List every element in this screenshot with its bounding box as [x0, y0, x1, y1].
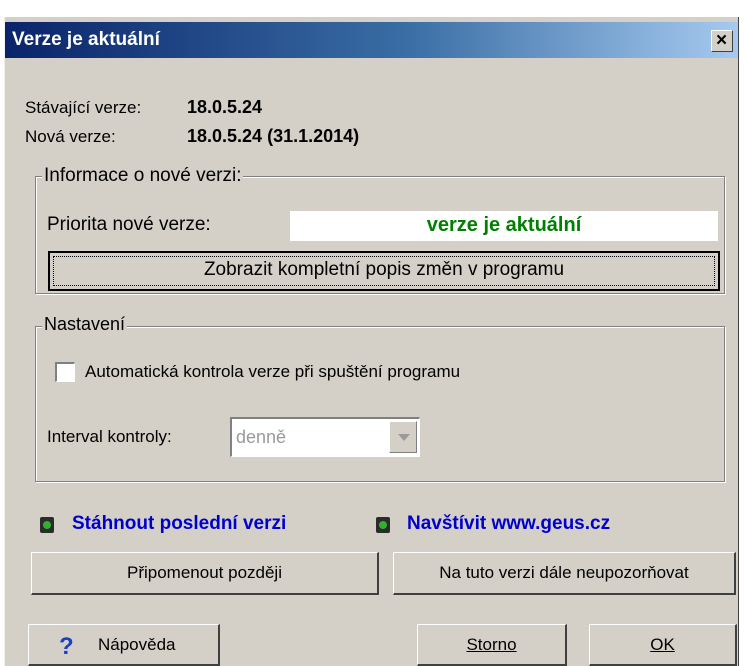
update-dialog: Verze je aktuální × Stávající verze: 18.… — [4, 17, 739, 666]
new-version-label: Nová verze: — [25, 127, 116, 146]
interval-label: Interval kontroly: — [47, 427, 172, 446]
priority-label: Priorita nové verze: — [47, 214, 211, 235]
close-button[interactable]: × — [711, 30, 733, 52]
new-version-value: 18.0.5.24 (31.1.2014) — [187, 126, 360, 146]
priority-field: verze je aktuální — [290, 211, 718, 241]
cancel-label: Storno — [466, 635, 517, 654]
remind-later-button[interactable]: Připomenout později — [31, 552, 379, 595]
ok-button[interactable]: OK — [589, 624, 737, 666]
dont-notify-label: Na tuto verzi dále neupozorňovat — [439, 563, 689, 582]
cancel-button[interactable]: Storno — [417, 624, 567, 666]
help-label: Nápověda — [98, 635, 176, 654]
visit-website-link[interactable]: Navštívit www.geus.cz — [407, 513, 610, 535]
current-version-label: Stávající verze: — [25, 98, 142, 117]
auto-check-label[interactable]: Automatická kontrola verze při spuštění … — [85, 362, 460, 382]
interval-value: denně — [236, 427, 287, 447]
dont-notify-button[interactable]: Na tuto verzi dále neupozorňovat — [393, 552, 736, 595]
settings-group-legend: Nastavení — [42, 314, 128, 335]
auto-check-checkbox[interactable] — [55, 362, 75, 382]
ok-label: OK — [650, 635, 675, 654]
download-link[interactable]: Stáhnout poslední verzi — [72, 513, 286, 535]
current-version-value: 18.0.5.24 — [187, 97, 263, 117]
led-icon — [40, 517, 54, 533]
window-title: Verze je aktuální — [12, 29, 160, 50]
close-icon: × — [716, 30, 728, 51]
priority-value: verze je aktuální — [426, 214, 582, 236]
settings-group — [35, 326, 725, 482]
interval-select[interactable]: denně — [230, 417, 420, 457]
chevron-down-icon[interactable] — [389, 421, 417, 453]
help-button[interactable]: ? Nápověda — [28, 624, 220, 666]
led-icon — [376, 517, 390, 533]
title-bar[interactable]: Verze je aktuální × — [5, 22, 738, 58]
show-changes-button[interactable]: Zobrazit kompletní popis změn v programu — [48, 251, 720, 291]
help-icon: ? — [59, 633, 74, 660]
remind-later-label: Připomenout později — [127, 563, 282, 582]
info-group-legend: Informace o nové verzi: — [42, 165, 244, 187]
focus-rect — [53, 256, 715, 286]
